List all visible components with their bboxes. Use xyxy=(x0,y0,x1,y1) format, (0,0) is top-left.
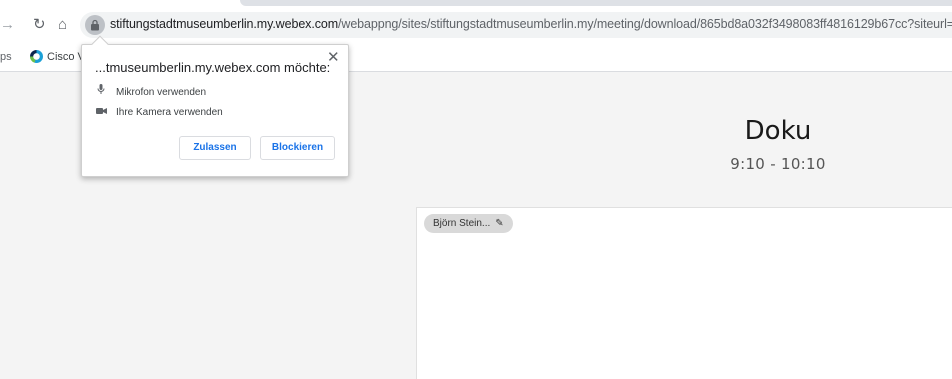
reload-icon[interactable]: ↻ xyxy=(33,17,46,33)
close-icon[interactable]: ✕ xyxy=(327,50,340,65)
permission-title: ...tmuseumberlin.my.webex.com möchte: xyxy=(95,60,331,75)
meeting-time: 9:10 - 10:10 xyxy=(730,155,826,173)
microphone-icon xyxy=(95,84,107,98)
bookmark-cisco[interactable]: Cisco V xyxy=(30,50,85,63)
meeting-title: Doku xyxy=(744,116,812,146)
permission-item-camera: Ihre Kamera verwenden xyxy=(95,107,223,118)
camera-icon xyxy=(95,107,107,118)
lock-icon[interactable] xyxy=(85,15,105,35)
block-button[interactable]: Blockieren xyxy=(260,136,335,160)
browser-toolbar: → ↻ ⌂ stiftungstadtmuseumberlin.my.webex… xyxy=(0,0,952,42)
participant-name: Björn Stein... xyxy=(433,218,491,229)
pencil-icon[interactable]: ✎ xyxy=(495,218,503,229)
forward-icon[interactable]: → xyxy=(0,17,15,33)
cisco-icon xyxy=(30,50,43,63)
participant-name-chip[interactable]: Björn Stein... ✎ xyxy=(424,214,513,233)
camera-label: Ihre Kamera verwenden xyxy=(116,107,223,118)
url-text[interactable]: stiftungstadtmuseumberlin.my.webex.com/w… xyxy=(110,17,952,31)
url-host: stiftungstadtmuseumberlin.my.webex.com xyxy=(110,17,339,31)
bookmark-apps[interactable]: ps xyxy=(0,51,12,63)
url-path: /webappng/sites/stiftungstadtmuseumberli… xyxy=(338,17,952,31)
home-icon[interactable]: ⌂ xyxy=(58,17,67,33)
permission-item-microphone: Mikrofon verwenden xyxy=(95,84,206,98)
microphone-label: Mikrofon verwenden xyxy=(116,87,207,98)
tab-strip xyxy=(240,0,952,6)
allow-button[interactable]: Zulassen xyxy=(179,136,251,160)
bookmark-cisco-label: Cisco V xyxy=(47,51,85,63)
